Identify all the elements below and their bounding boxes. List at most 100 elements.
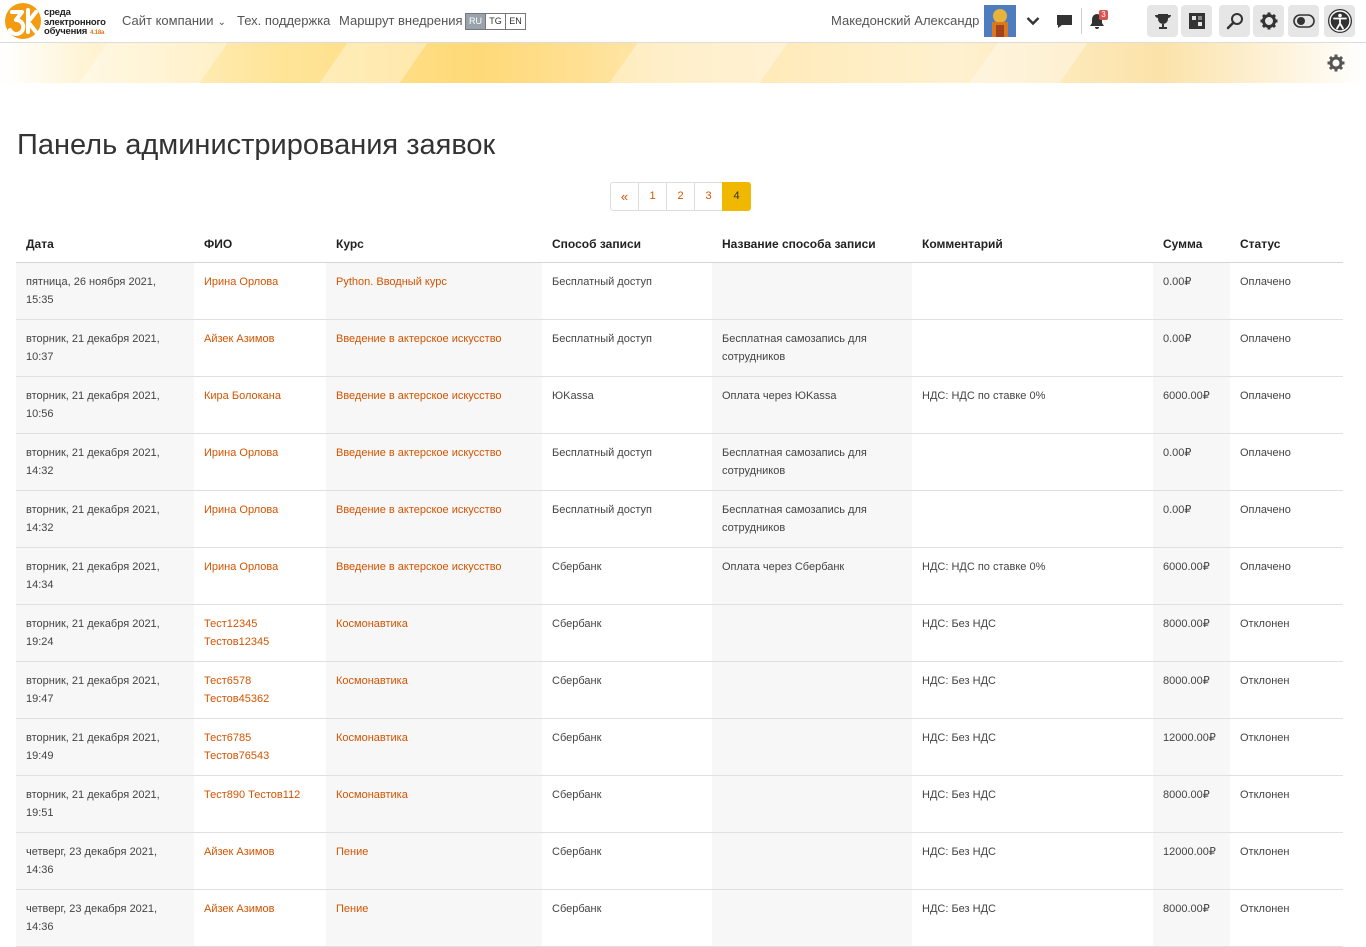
- cell-course-link[interactable]: Пение: [336, 846, 368, 858]
- cell-method: Бесплатный доступ: [542, 319, 712, 377]
- cell-name-link[interactable]: Тест890 Тестов112: [204, 789, 300, 801]
- accessibility-button[interactable]: [1324, 5, 1355, 37]
- cell-date: четверг, 23 декабря 2021, 14:36: [16, 832, 194, 890]
- cell-method-name: Оплата через ЮKassa: [712, 376, 912, 434]
- avatar[interactable]: [984, 5, 1016, 37]
- nav-support-link[interactable]: Тех. поддержка: [237, 13, 330, 28]
- table-row: вторник, 21 декабря 2021, 19:49 Тест6785 …: [16, 718, 1343, 776]
- nav-company-link[interactable]: Сайт компании ⌄: [122, 13, 226, 28]
- cell-course-link[interactable]: Введение в актерское искусство: [336, 504, 502, 516]
- page-settings-gear-icon[interactable]: [1327, 54, 1345, 72]
- page-title: Панель администрирования заявок: [17, 129, 496, 161]
- table-row: четверг, 23 декабря 2021, 14:36 Айзек Ази…: [16, 832, 1343, 890]
- toggle-icon: [1292, 14, 1315, 28]
- notification-badge: 3: [1099, 10, 1108, 20]
- chevron-down-icon: ⌄: [217, 17, 226, 28]
- pagination-prev-button[interactable]: «: [610, 182, 639, 211]
- cell-method: Сбербанк: [542, 718, 712, 776]
- cell-comment: [912, 490, 1153, 548]
- cell-name-link[interactable]: Айзек Азимов: [204, 903, 274, 915]
- cell-name-link[interactable]: Тест6785 Тестов76543: [204, 732, 269, 762]
- chat-icon[interactable]: [1053, 10, 1075, 32]
- cell-name: Ирина Орлова: [194, 262, 326, 320]
- cell-course: Пение: [326, 832, 542, 890]
- cell-method-name: Бесплатная самозапись для сотрудников: [712, 433, 912, 491]
- cell-course-link[interactable]: Введение в актерское искусство: [336, 561, 502, 573]
- cell-name-link[interactable]: Тест6578 Тестов45362: [204, 675, 269, 705]
- cell-comment: [912, 262, 1153, 320]
- lang-en-button[interactable]: EN: [506, 14, 525, 29]
- language-switcher: RU TG EN: [465, 13, 526, 30]
- column-header-sum[interactable]: Сумма: [1153, 225, 1230, 263]
- puzzle-button[interactable]: [1181, 5, 1212, 37]
- navbar-divider: [1081, 8, 1082, 34]
- trophy-button[interactable]: [1147, 5, 1178, 37]
- cell-course-link[interactable]: Введение в актерское искусство: [336, 390, 502, 402]
- table-row: вторник, 21 декабря 2021, 14:32 Ирина Орл…: [16, 490, 1343, 548]
- cell-course-link[interactable]: Космонавтика: [336, 675, 408, 687]
- cell-name-link[interactable]: Кира Болокана: [204, 390, 281, 402]
- cell-course-link[interactable]: Введение в актерское искусство: [336, 333, 502, 345]
- pagination-page-1[interactable]: 1: [638, 182, 667, 211]
- cell-name-link[interactable]: Айзек Азимов: [204, 846, 274, 858]
- cell-comment: НДС: Без НДС: [912, 775, 1153, 833]
- cell-sum: 8000.00₽: [1153, 661, 1230, 719]
- cell-course-link[interactable]: Python. Вводный курс: [336, 276, 447, 288]
- nav-route-link[interactable]: Маршрут внедрения: [339, 13, 463, 28]
- cell-course: Введение в актерское искусство: [326, 319, 542, 377]
- cell-course-link[interactable]: Введение в актерское искусство: [336, 447, 502, 459]
- cell-course-link[interactable]: Космонавтика: [336, 732, 408, 744]
- cell-name-link[interactable]: Тест12345 Тестов12345: [204, 618, 269, 648]
- column-header-method-name[interactable]: Название способа записи: [712, 225, 912, 263]
- column-header-comment[interactable]: Комментарий: [912, 225, 1153, 263]
- cell-status: Оплачено: [1230, 433, 1343, 491]
- cell-comment: НДС: НДС по ставке 0%: [912, 376, 1153, 434]
- banner-streak: [58, 43, 242, 83]
- cell-status: Отклонен: [1230, 661, 1343, 719]
- column-header-name[interactable]: ФИО: [194, 225, 326, 263]
- lang-ru-button[interactable]: RU: [466, 14, 486, 29]
- search-button[interactable]: [1219, 5, 1250, 37]
- cell-sum: 0.00₽: [1153, 262, 1230, 320]
- column-header-date[interactable]: Дата: [16, 225, 194, 263]
- cell-name-link[interactable]: Ирина Орлова: [204, 561, 278, 573]
- user-name[interactable]: Македонский Александр: [831, 13, 979, 28]
- pagination-page-2[interactable]: 2: [666, 182, 695, 211]
- cell-course: Космонавтика: [326, 604, 542, 662]
- cell-course-link[interactable]: Пение: [336, 903, 368, 915]
- column-header-status[interactable]: Статус: [1230, 225, 1343, 263]
- pagination-page-4-current[interactable]: 4: [722, 182, 751, 211]
- column-header-method[interactable]: Способ записи: [542, 225, 712, 263]
- cell-status: Оплачено: [1230, 490, 1343, 548]
- lang-tg-button[interactable]: TG: [486, 14, 506, 29]
- accessibility-icon: [1327, 9, 1352, 33]
- cell-method-name: [712, 262, 912, 320]
- cell-sum: 0.00₽: [1153, 490, 1230, 548]
- cell-status: Оплачено: [1230, 319, 1343, 377]
- settings-button[interactable]: [1253, 5, 1284, 37]
- header-banner: [0, 43, 1366, 83]
- cell-name-link[interactable]: Ирина Орлова: [204, 504, 278, 516]
- cell-date: вторник, 21 декабря 2021, 14:34: [16, 547, 194, 605]
- theme-toggle-button[interactable]: [1288, 5, 1319, 37]
- cell-course-link[interactable]: Космонавтика: [336, 618, 408, 630]
- avatar-image: [984, 5, 1016, 37]
- cell-status: Отклонен: [1230, 604, 1343, 662]
- puzzle-icon: [1188, 13, 1205, 29]
- gear-icon: [1260, 12, 1277, 30]
- cell-course-link[interactable]: Космонавтика: [336, 789, 408, 801]
- table-row: вторник, 21 декабря 2021, 10:37 Айзек Ази…: [16, 319, 1343, 377]
- cell-name-link[interactable]: Ирина Орлова: [204, 276, 278, 288]
- applications-table: Дата ФИО Курс Способ записи Название спо…: [16, 225, 1343, 947]
- user-menu-chevron-icon[interactable]: [1022, 10, 1044, 32]
- cell-date: вторник, 21 декабря 2021, 19:47: [16, 661, 194, 719]
- cell-name-link[interactable]: Ирина Орлова: [204, 447, 278, 459]
- cell-status: Оплачено: [1230, 547, 1343, 605]
- cell-name-link[interactable]: Айзек Азимов: [204, 333, 274, 345]
- pagination-page-3[interactable]: 3: [694, 182, 723, 211]
- cell-name: Ирина Орлова: [194, 490, 326, 548]
- cell-date: вторник, 21 декабря 2021, 10:56: [16, 376, 194, 434]
- site-logo[interactable]: среда электронного обучения 4.18a: [4, 1, 112, 41]
- column-header-course[interactable]: Курс: [326, 225, 542, 263]
- table-row: вторник, 21 декабря 2021, 19:47 Тест6578 …: [16, 661, 1343, 719]
